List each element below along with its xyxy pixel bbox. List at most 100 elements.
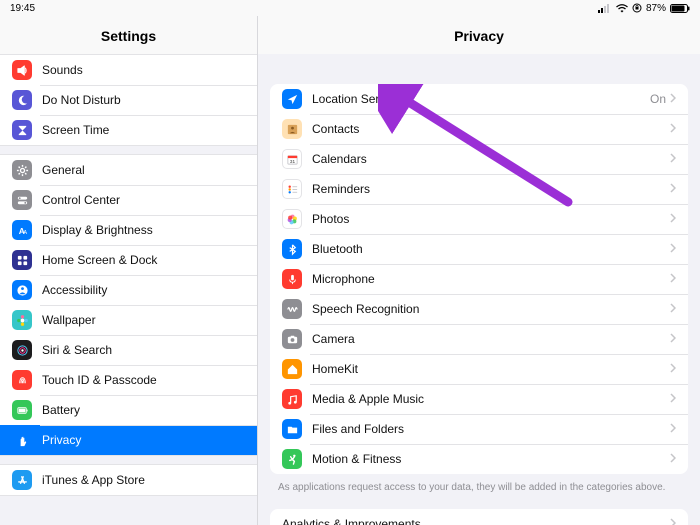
row-accessibility[interactable]: Accessibility (0, 275, 257, 305)
row-label: Files and Folders (312, 422, 670, 436)
status-right: 87% (598, 3, 690, 14)
row-wallpaper[interactable]: Wallpaper (0, 305, 257, 335)
detail-group: Analytics & Improvements (270, 509, 688, 525)
row-battery[interactable]: Battery (0, 395, 257, 425)
row-label: Touch ID & Passcode (42, 373, 245, 387)
folder-icon (282, 419, 302, 439)
row-label: General (42, 163, 245, 177)
row-label: Analytics & Improvements (282, 517, 670, 525)
sidebar-group: General Control Center AADisplay & Brightn… (0, 154, 257, 456)
chevron-right-icon (670, 422, 676, 436)
bluetooth-icon (282, 239, 302, 259)
row-speech[interactable]: Speech Recognition (270, 294, 688, 324)
gear-icon (12, 160, 32, 180)
group-footnote: As applications request access to your d… (258, 474, 700, 501)
detail-group: Location ServicesOn Contacts 31 Calendars Re… (270, 84, 688, 474)
row-label: Sounds (42, 63, 245, 77)
row-label: Photos (312, 212, 670, 226)
sidebar-title: Settings (0, 16, 257, 54)
camera-icon (282, 329, 302, 349)
settings-sidebar: Settings Sounds Do Not Disturb Screen Time… (0, 16, 258, 525)
chevron-right-icon (670, 182, 676, 196)
row-dnd[interactable]: Do Not Disturb (0, 85, 257, 115)
privacy-detail: Privacy Location ServicesOn Contacts 31 Cal… (258, 16, 700, 525)
sidebar-group: iTunes & App Store (0, 464, 257, 496)
row-media[interactable]: Media & Apple Music (270, 384, 688, 414)
hourglass-icon (12, 120, 32, 140)
sidebar-group: Sounds Do Not Disturb Screen Time (0, 54, 257, 146)
row-sounds[interactable]: Sounds (0, 55, 257, 85)
row-label: Privacy (42, 433, 245, 447)
row-photos[interactable]: Photos (270, 204, 688, 234)
row-contacts[interactable]: Contacts (270, 114, 688, 144)
row-label: Microphone (312, 272, 670, 286)
battery-percent: 87% (646, 3, 666, 14)
flower-icon (12, 310, 32, 330)
reminders-icon (282, 179, 302, 199)
mic-icon (282, 269, 302, 289)
row-label: Wallpaper (42, 313, 245, 327)
row-files[interactable]: Files and Folders (270, 414, 688, 444)
calendar-icon: 31 (282, 149, 302, 169)
row-appstore[interactable]: iTunes & App Store (0, 465, 257, 495)
row-camera[interactable]: Camera (270, 324, 688, 354)
row-reminders[interactable]: Reminders (270, 174, 688, 204)
chevron-right-icon (670, 242, 676, 256)
status-time: 19:45 (10, 3, 35, 14)
status-bar: 19:45 87% (0, 0, 700, 16)
row-screentime[interactable]: Screen Time (0, 115, 257, 145)
chevron-right-icon (670, 452, 676, 466)
row-homekit[interactable]: HomeKit (270, 354, 688, 384)
row-label: Accessibility (42, 283, 245, 297)
row-bluetooth[interactable]: Bluetooth (270, 234, 688, 264)
siri-icon (12, 340, 32, 360)
wave-icon (282, 299, 302, 319)
row-label: Bluetooth (312, 242, 670, 256)
row-homescreen[interactable]: Home Screen & Dock (0, 245, 257, 275)
wifi-icon (616, 4, 628, 13)
row-display[interactable]: AADisplay & Brightness (0, 215, 257, 245)
row-location[interactable]: Location ServicesOn (270, 84, 688, 114)
row-label: Battery (42, 403, 245, 417)
textsize-icon: AA (12, 220, 32, 240)
fingerprint-icon (12, 370, 32, 390)
row-label: Calendars (312, 152, 670, 166)
chevron-right-icon (670, 272, 676, 286)
row-label: Motion & Fitness (312, 452, 670, 466)
svg-text:A: A (23, 230, 27, 236)
row-label: Control Center (42, 193, 245, 207)
detail-title: Privacy (258, 16, 700, 54)
row-label: Speech Recognition (312, 302, 670, 316)
row-label: Contacts (312, 122, 670, 136)
row-motion[interactable]: Motion & Fitness (270, 444, 688, 474)
row-siri[interactable]: Siri & Search (0, 335, 257, 365)
row-calendars[interactable]: 31 Calendars (270, 144, 688, 174)
row-label: iTunes & App Store (42, 473, 245, 487)
chevron-right-icon (670, 212, 676, 226)
row-label: Do Not Disturb (42, 93, 245, 107)
row-general[interactable]: General (0, 155, 257, 185)
row-label: Media & Apple Music (312, 392, 670, 406)
runner-icon (282, 449, 302, 469)
chevron-right-icon (670, 392, 676, 406)
chevron-right-icon (670, 332, 676, 346)
row-microphone[interactable]: Microphone (270, 264, 688, 294)
hand-icon (12, 430, 32, 450)
chevron-right-icon (670, 517, 676, 525)
row-analytics[interactable]: Analytics & Improvements (270, 509, 688, 525)
contacts-icon (282, 119, 302, 139)
row-touchid[interactable]: Touch ID & Passcode (0, 365, 257, 395)
row-label: HomeKit (312, 362, 670, 376)
speaker-icon (12, 60, 32, 80)
switches-icon (12, 190, 32, 210)
row-controlcenter[interactable]: Control Center (0, 185, 257, 215)
orientation-lock-icon (632, 3, 642, 13)
row-label: Location Services (312, 92, 650, 106)
row-label: Camera (312, 332, 670, 346)
photos-icon (282, 209, 302, 229)
signal-icon (598, 4, 612, 13)
person-icon (12, 280, 32, 300)
row-privacy[interactable]: Privacy (0, 425, 257, 455)
chevron-right-icon (670, 362, 676, 376)
row-value: On (650, 92, 666, 106)
